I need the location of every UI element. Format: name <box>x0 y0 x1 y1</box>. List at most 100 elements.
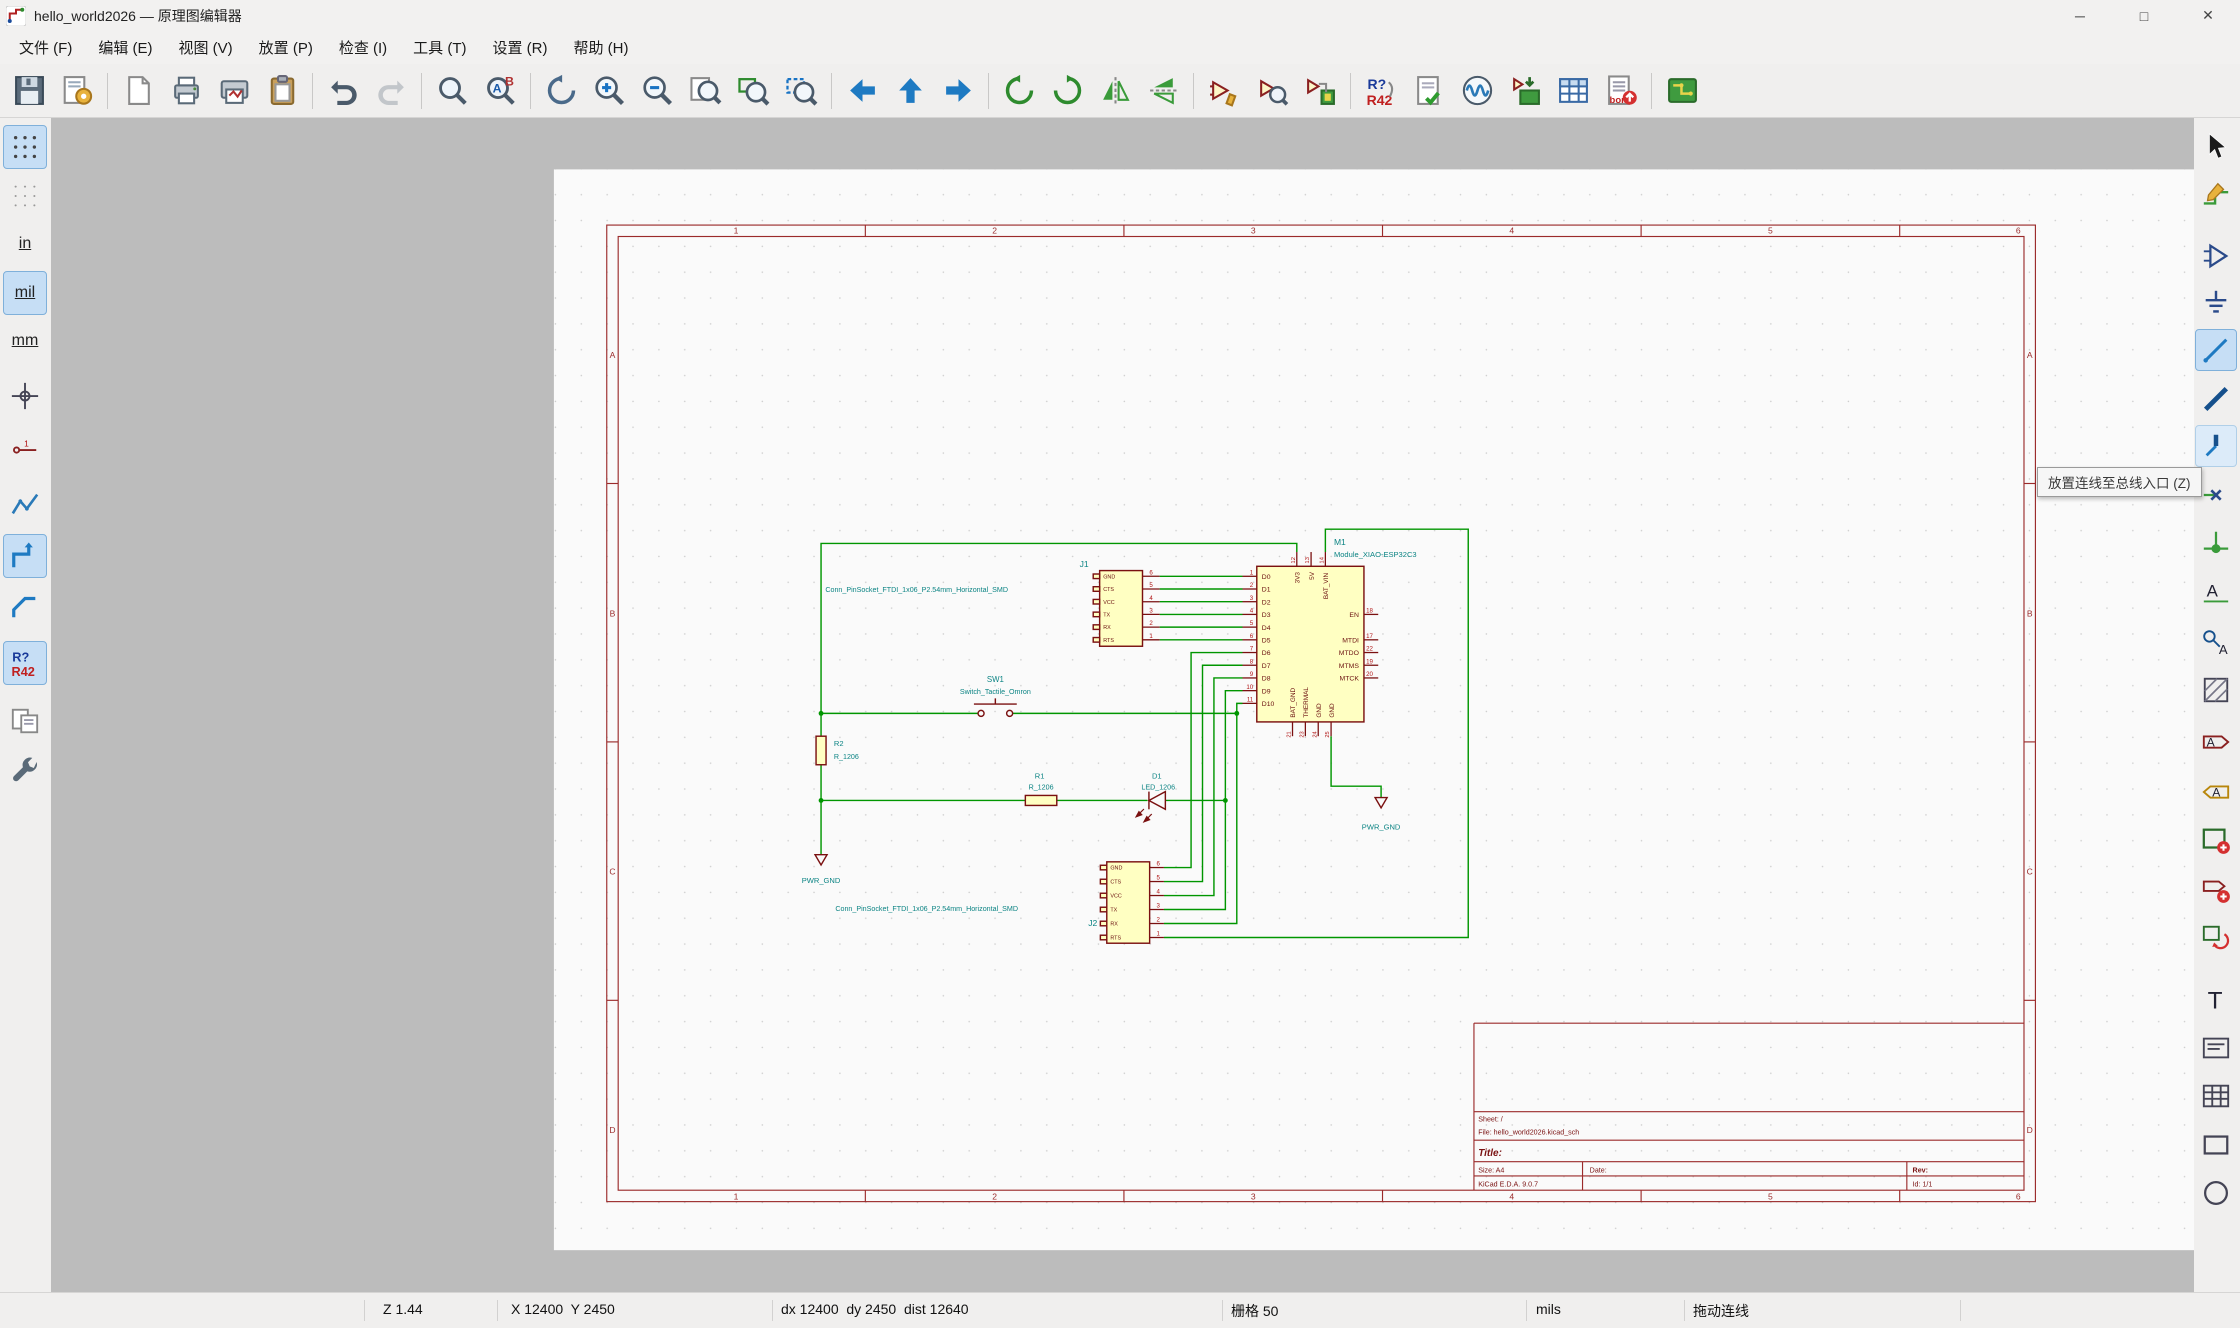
menu-7[interactable]: 设置 (R) <box>480 33 561 62</box>
menu-2[interactable]: 编辑 (E) <box>85 33 165 62</box>
bus-entry-button[interactable] <box>2195 425 2237 467</box>
zoom-selection-button[interactable] <box>777 67 825 115</box>
refresh-button[interactable] <box>537 67 585 115</box>
row-label: C <box>2027 867 2033 877</box>
open-pcb-editor-button[interactable] <box>1658 67 1706 115</box>
hidden-fields-button[interactable] <box>3 482 47 526</box>
menu-6[interactable]: 工具 (T) <box>400 33 479 62</box>
status-units: mils <box>1536 1301 1561 1317</box>
assign-footprints-button[interactable] <box>1296 67 1344 115</box>
grid-visibility-icon <box>10 132 40 162</box>
pin-number: 2 <box>1157 917 1161 924</box>
close-button[interactable]: ✕ <box>2176 0 2240 31</box>
symbol-fields-table-button[interactable] <box>1549 67 1597 115</box>
zoom-out-button[interactable] <box>633 67 681 115</box>
socket-notch <box>1100 907 1106 912</box>
bus-tool-button[interactable] <box>2195 378 2237 420</box>
wire-mode-hv-button[interactable] <box>3 534 47 578</box>
simulator-icon <box>1461 74 1494 107</box>
browse-symbol-libraries-button[interactable] <box>1248 67 1296 115</box>
place-sheet-button[interactable] <box>2195 819 2237 861</box>
row-label: C <box>609 867 615 877</box>
page-settings-button[interactable] <box>114 67 162 115</box>
maximize-button[interactable]: □ <box>2112 0 2176 31</box>
wire-mode-45-button[interactable] <box>3 584 47 628</box>
circle-tool-icon <box>2201 1178 2231 1208</box>
nav-back-button[interactable] <box>838 67 886 115</box>
column-label: 3 <box>1251 226 1256 236</box>
mirror-horizontal-button[interactable] <box>1091 67 1139 115</box>
erc-button[interactable] <box>1405 67 1453 115</box>
menu-5[interactable]: 检查 (I) <box>326 33 400 62</box>
mirror-vertical-button[interactable] <box>1139 67 1187 115</box>
symbol-j1[interactable] <box>1100 571 1143 647</box>
zoom-fit-button[interactable] <box>681 67 729 115</box>
properties-manager-button[interactable] <box>3 749 47 793</box>
simulator-button[interactable] <box>1453 67 1501 115</box>
global-label-icon: A <box>2201 727 2231 757</box>
pin-name: BAT_VIN <box>1323 573 1330 600</box>
grid-visibility-button[interactable] <box>3 125 47 169</box>
bom-button[interactable]: bom <box>1597 67 1645 115</box>
circle-tool-button[interactable] <box>2195 1172 2237 1214</box>
undo-button[interactable] <box>319 67 367 115</box>
units-mils-button[interactable]: mil <box>3 271 47 315</box>
rule-area-button[interactable] <box>2195 669 2237 711</box>
pin-name: TX <box>1110 908 1117 914</box>
junction-tool-button[interactable] <box>2195 522 2237 564</box>
zoom-in-button[interactable] <box>585 67 633 115</box>
place-power-button[interactable] <box>2195 282 2237 324</box>
menu-4[interactable]: 放置 (P) <box>246 33 326 62</box>
directive-label-button[interactable]: A <box>2195 621 2237 663</box>
sync-sheet-pins-button[interactable] <box>2195 917 2237 959</box>
plot-button[interactable] <box>210 67 258 115</box>
select-tool-button[interactable] <box>2195 125 2237 167</box>
annotate-button[interactable]: R?R42 <box>1357 67 1405 115</box>
hierarchical-label-button[interactable]: A <box>2195 771 2237 813</box>
full-crosshair-button[interactable] <box>3 374 47 418</box>
nav-forward-button[interactable] <box>934 67 982 115</box>
minimize-button[interactable]: ─ <box>2048 0 2112 31</box>
rotate-ccw-button[interactable] <box>995 67 1043 115</box>
save-button[interactable] <box>5 67 53 115</box>
highlight-net-button[interactable] <box>2195 174 2237 216</box>
refresh-icon <box>545 74 578 107</box>
symbol-j2[interactable] <box>1107 862 1150 943</box>
schematic-setup-button[interactable] <box>53 67 101 115</box>
units-mm-button[interactable]: mm <box>3 319 47 363</box>
update-pcb-button[interactable] <box>1501 67 1549 115</box>
grid-style-button[interactable] <box>3 174 47 218</box>
symbol-r1[interactable] <box>1025 795 1056 805</box>
units-inches-button[interactable]: in <box>3 222 47 266</box>
schematic-canvas[interactable]: 112233445566AABBCCDD Sheet: / File: hell… <box>51 118 2194 1293</box>
nav-up-button[interactable] <box>886 67 934 115</box>
redo-button[interactable] <box>367 67 415 115</box>
global-label-button[interactable]: A <box>2195 721 2237 763</box>
edit-symbols-button[interactable] <box>1200 67 1248 115</box>
symbol-r2[interactable] <box>816 736 826 765</box>
wire-tool-button[interactable] <box>2195 329 2237 371</box>
rotate-cw-button[interactable] <box>1043 67 1091 115</box>
undo-icon <box>327 74 360 107</box>
menu-1[interactable]: 文件 (F) <box>6 33 85 62</box>
hierarchy-navigator-button[interactable] <box>3 699 47 743</box>
place-sheet-pin-button[interactable] <box>2195 868 2237 910</box>
table-tool-button[interactable] <box>2195 1075 2237 1117</box>
menu-3[interactable]: 视图 (V) <box>166 33 246 62</box>
svg-text:A: A <box>2207 736 2216 750</box>
net-label-button[interactable]: A <box>2195 571 2237 613</box>
zoom-objects-button[interactable] <box>729 67 777 115</box>
auto-annotate-button[interactable]: R?R42 <box>3 641 47 685</box>
find-button[interactable] <box>428 67 476 115</box>
rectangle-tool-button[interactable] <box>2195 1124 2237 1166</box>
menu-8[interactable]: 帮助 (H) <box>561 33 642 62</box>
nav-back-icon <box>846 74 879 107</box>
place-symbol-button[interactable] <box>2195 235 2237 277</box>
text-tool-button[interactable]: T <box>2195 978 2237 1020</box>
paste-button[interactable] <box>258 67 306 115</box>
find-replace-button[interactable]: AB <box>476 67 524 115</box>
textbox-tool-button[interactable] <box>2195 1027 2237 1069</box>
column-label: 4 <box>1509 1191 1514 1201</box>
print-button[interactable] <box>162 67 210 115</box>
hidden-pins-button[interactable]: 1 <box>3 428 47 472</box>
